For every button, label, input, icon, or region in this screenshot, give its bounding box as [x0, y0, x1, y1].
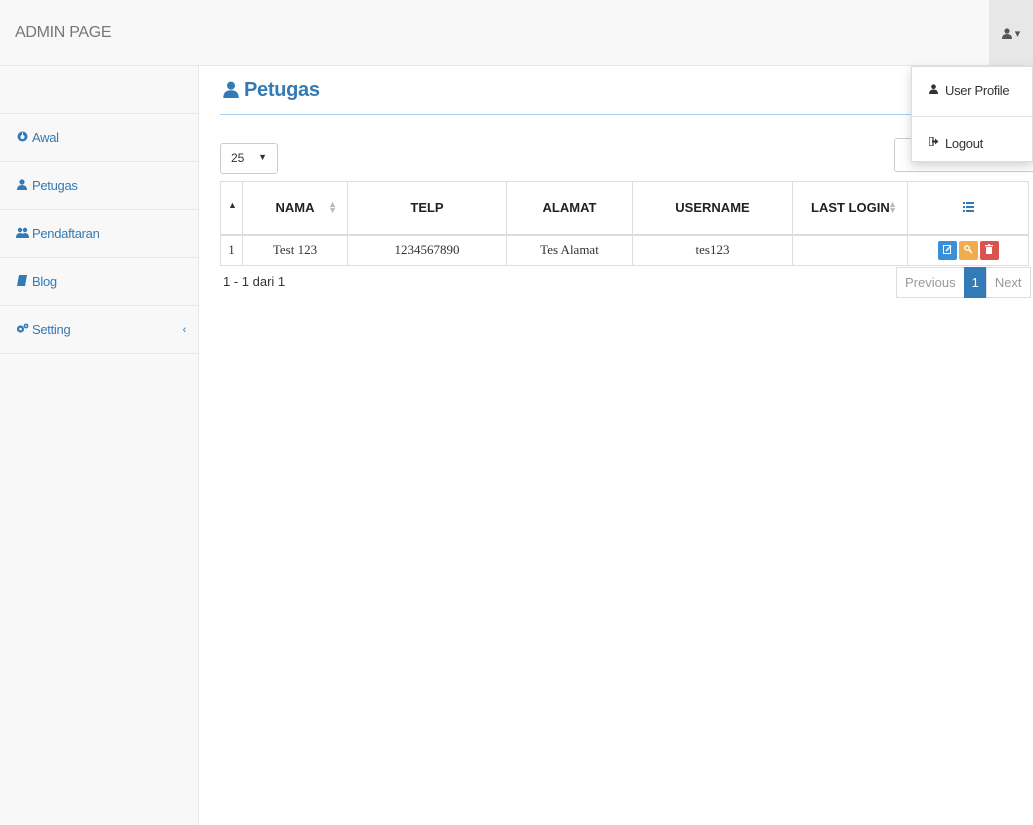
sidebar-item-label: Petugas — [32, 178, 78, 193]
user-dropdown-menu: User Profile Logout — [911, 66, 1033, 162]
caret-down-icon: ▼ — [258, 152, 267, 162]
user-icon — [1001, 27, 1012, 39]
sidebar-item-awal[interactable]: Awal — [0, 114, 198, 162]
sidebar-item-label: Blog — [32, 274, 57, 289]
table-header-row: ▲ NAMA ▲ ▼ TELP ALAMAT USERNAME LAST LOGI… — [220, 181, 1029, 236]
page-length-select[interactable]: 25 ▼ — [220, 143, 278, 174]
page-title: Petugas — [223, 79, 320, 102]
key-icon — [963, 244, 972, 254]
main-content: Petugas 25 ▼ ▲ NAMA ▲ ▼ TELP ALAMAT USER… — [200, 66, 1033, 825]
column-header-nama[interactable]: NAMA ▲ ▼ — [242, 181, 348, 236]
sort-icon: ▲ ▼ — [328, 199, 337, 215]
dropdown-item-logout[interactable]: Logout — [912, 120, 1032, 166]
pagination-page-1[interactable]: 1 — [963, 267, 987, 298]
column-header-label: TELP — [410, 200, 444, 216]
user-icon — [929, 83, 942, 97]
sidebar-item-label: Pendaftaran — [32, 226, 100, 241]
sort-icon: ▲ ▼ — [888, 199, 897, 215]
caret-down-icon: ▾ — [1014, 27, 1021, 40]
sidebar-search-area — [0, 66, 198, 114]
sort-asc-icon: ▲ — [228, 200, 237, 210]
dashboard-icon — [15, 131, 29, 145]
sign-out-icon — [928, 136, 942, 149]
column-header-telp[interactable]: TELP — [347, 181, 507, 236]
dropdown-divider — [912, 116, 1032, 117]
book-icon — [15, 274, 29, 289]
user-menu-toggle[interactable]: ▾ — [989, 0, 1033, 66]
sidebar-item-setting[interactable]: Setting ‹ — [0, 306, 198, 354]
cell-actions — [907, 234, 1029, 266]
edit-button[interactable] — [937, 240, 957, 260]
cell-nama: Test 123 — [242, 234, 348, 266]
list-icon — [962, 202, 974, 213]
column-header-label: LAST LOGIN — [811, 200, 890, 216]
dropdown-item-label: User Profile — [945, 82, 1010, 98]
column-header-alamat[interactable]: ALAMAT — [506, 181, 633, 236]
sidebar-item-blog[interactable]: Blog — [0, 258, 198, 306]
column-header-last-login[interactable]: LAST LOGIN ▲ ▼ — [792, 181, 908, 236]
dropdown-item-label: Logout — [945, 135, 983, 151]
page-title-text: Petugas — [244, 79, 320, 101]
cell-telp: 1234567890 — [347, 234, 507, 266]
edit-icon — [942, 244, 952, 254]
sidebar-item-petugas[interactable]: Petugas — [0, 162, 198, 210]
column-header-label: USERNAME — [675, 200, 750, 216]
sidebar-item-pendaftaran[interactable]: Pendaftaran — [0, 210, 198, 258]
reset-password-button[interactable] — [958, 240, 978, 260]
column-header-no[interactable]: ▲ — [220, 181, 243, 236]
dropdown-item-user-profile[interactable]: User Profile — [912, 67, 1032, 113]
column-header-label: ALAMAT — [542, 200, 597, 216]
delete-button[interactable] — [979, 240, 999, 260]
page-length-value: 25 — [231, 151, 245, 165]
column-header-username[interactable]: USERNAME — [632, 181, 793, 236]
trash-icon — [985, 243, 993, 254]
cell-username: tes123 — [632, 234, 793, 266]
table-row: 1 Test 123 1234567890 Tes Alamat tes123 — [220, 234, 1029, 266]
pagination-next[interactable]: Next — [985, 267, 1031, 298]
sidebar-item-label: Awal — [32, 130, 59, 145]
table-info: 1 - 1 dari 1 — [223, 274, 286, 289]
user-icon — [223, 81, 239, 98]
cell-no: 1 — [220, 234, 243, 266]
gears-icon — [15, 323, 29, 337]
users-icon — [15, 227, 29, 241]
pagination: Previous 1 Next — [896, 267, 1031, 298]
user-icon — [15, 178, 29, 193]
cell-last-login — [792, 234, 908, 266]
sidebar: Awal Petugas Pendaftaran Blog Setting ‹ — [0, 66, 199, 825]
data-table: ▲ NAMA ▲ ▼ TELP ALAMAT USERNAME LAST LOGI… — [220, 181, 1029, 266]
pagination-previous[interactable]: Previous — [896, 267, 965, 298]
column-header-label: NAMA — [275, 200, 315, 216]
cell-alamat: Tes Alamat — [506, 234, 633, 266]
chevron-left-icon: ‹ — [182, 323, 187, 336]
top-navbar: ADMIN PAGE ▾ — [0, 0, 1033, 66]
brand-title[interactable]: ADMIN PAGE — [15, 24, 112, 42]
column-header-actions — [907, 181, 1029, 236]
sidebar-item-label: Setting — [32, 322, 71, 337]
